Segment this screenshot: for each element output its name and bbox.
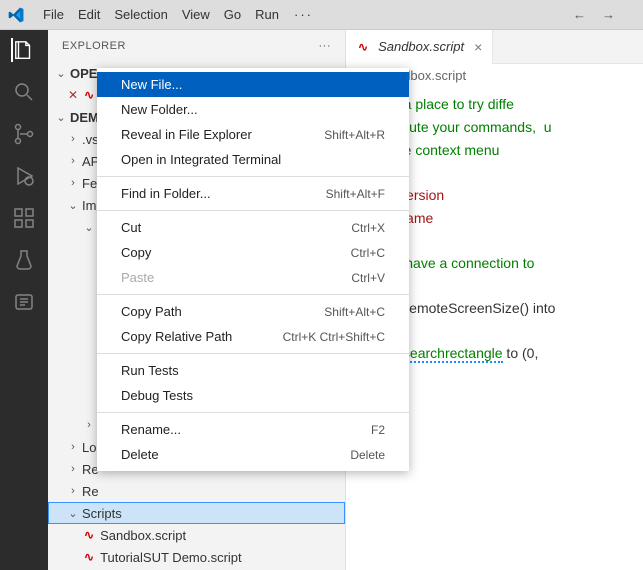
separator — [97, 294, 409, 295]
separator — [97, 176, 409, 177]
title-bar: File Edit Selection View Go Run ··· ← → — [0, 0, 643, 30]
ctx-terminal[interactable]: Open in Integrated Terminal — [97, 147, 409, 172]
separator — [97, 210, 409, 211]
script-icon: ∿ — [84, 550, 94, 564]
script-icon: ∿ — [84, 528, 94, 542]
script-icon: ∿ — [84, 88, 94, 102]
close-tab-icon[interactable]: × — [474, 39, 482, 55]
extensions-icon[interactable] — [12, 206, 36, 230]
search-icon[interactable] — [12, 80, 36, 104]
ctx-new-file[interactable]: New File... — [97, 72, 409, 97]
menu-overflow[interactable]: ··· — [286, 7, 321, 22]
menu-file[interactable]: File — [36, 7, 71, 22]
ctx-run-tests[interactable]: Run Tests — [97, 358, 409, 383]
ctx-copy-path[interactable]: Copy PathShift+Alt+C — [97, 299, 409, 324]
ctx-copy[interactable]: CopyCtrl+C — [97, 240, 409, 265]
tab-bar: ∿ Sandbox.script × — [346, 30, 643, 64]
script-icon: ∿ — [358, 40, 368, 54]
ctx-cut[interactable]: CutCtrl+X — [97, 215, 409, 240]
separator — [97, 353, 409, 354]
source-control-icon[interactable] — [12, 122, 36, 146]
vscode-icon — [8, 7, 24, 23]
ctx-find[interactable]: Find in Folder...Shift+Alt+F — [97, 181, 409, 206]
menu-view[interactable]: View — [175, 7, 217, 22]
tree-folder-scripts[interactable]: ⌄Scripts — [48, 502, 345, 524]
menu-go[interactable]: Go — [217, 7, 248, 22]
ctx-reveal[interactable]: Reveal in File ExplorerShift+Alt+R — [97, 122, 409, 147]
tree-folder[interactable]: ›Re — [48, 480, 345, 502]
explorer-more-icon[interactable]: ··· — [319, 40, 332, 52]
ctx-paste: PasteCtrl+V — [97, 265, 409, 290]
tree-file-sandbox[interactable]: ∿Sandbox.script — [48, 524, 345, 546]
explorer-title: EXPLORER — [62, 40, 126, 52]
ctx-debug-tests[interactable]: Debug Tests — [97, 383, 409, 408]
activity-bar — [0, 30, 48, 570]
close-icon[interactable]: ✕ — [68, 88, 78, 102]
tab-label: Sandbox.script — [378, 39, 464, 54]
ctx-new-folder[interactable]: New Folder... — [97, 97, 409, 122]
tab-sandbox[interactable]: ∿ Sandbox.script × — [346, 30, 493, 64]
context-menu: New File... New Folder... Reveal in File… — [97, 68, 409, 471]
menu-edit[interactable]: Edit — [71, 7, 107, 22]
ctx-copy-rel-path[interactable]: Copy Relative PathCtrl+K Ctrl+Shift+C — [97, 324, 409, 349]
testing-icon[interactable] — [12, 248, 36, 272]
menu-selection[interactable]: Selection — [107, 7, 174, 22]
menu-run[interactable]: Run — [248, 7, 286, 22]
separator — [97, 412, 409, 413]
ctx-delete[interactable]: DeleteDelete — [97, 442, 409, 467]
ctx-rename[interactable]: Rename...F2 — [97, 417, 409, 442]
run-debug-icon[interactable] — [12, 164, 36, 188]
tree-file-tutorial[interactable]: ∿TutorialSUT Demo.script — [48, 546, 345, 568]
nav-forward-icon[interactable]: → — [602, 7, 615, 22]
nav-back-icon[interactable]: ← — [573, 7, 586, 22]
explorer-icon[interactable] — [11, 38, 35, 62]
references-icon[interactable] — [12, 290, 36, 314]
